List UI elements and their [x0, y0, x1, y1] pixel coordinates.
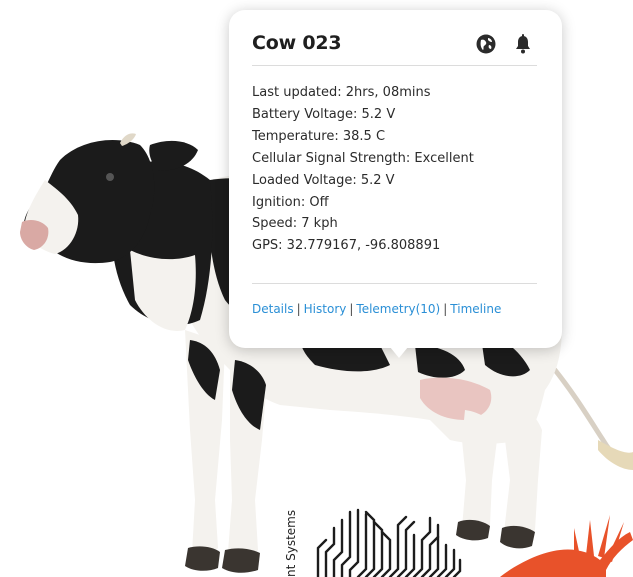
header-divider: [252, 65, 537, 66]
globe-icon[interactable]: [475, 33, 497, 55]
cow-hoof: [222, 548, 260, 573]
detail-speed: Speed: 7 kph: [252, 216, 338, 232]
cow-ear: [149, 140, 198, 171]
details-link[interactable]: Details: [252, 302, 294, 316]
cow-hind-leg: [504, 400, 542, 538]
detail-gps: GPS: 32.779167, -96.808891: [252, 238, 441, 254]
popup-title: Cow 023: [252, 32, 342, 54]
detail-cellular-signal: Cellular Signal Strength: Excellent: [252, 150, 474, 166]
popup-pointer: [390, 347, 408, 358]
detail-temperature: Temperature: 38.5 C: [252, 128, 386, 144]
detail-ignition: Ignition: Off: [252, 194, 329, 210]
cow-hind-leg: [462, 410, 498, 533]
cow-tail-tuft: [598, 440, 633, 470]
branding-vertical-text: nt Systems: [284, 509, 298, 577]
detail-loaded-voltage: Loaded Voltage: 5.2 V: [252, 172, 395, 188]
cow-hoof: [500, 525, 535, 549]
bell-icon[interactable]: [512, 33, 534, 55]
link-separator: |: [443, 302, 448, 316]
cow-hoof: [185, 546, 220, 571]
detail-last-updated: Last updated: 2hrs, 08mins: [252, 85, 431, 100]
circuit-logo: [316, 508, 462, 577]
detail-battery-voltage: Battery Voltage: 5.2 V: [252, 106, 396, 122]
link-separator: |: [296, 302, 301, 316]
popup-links: Details | History | Telemetry(10) | Timeline: [252, 302, 501, 316]
history-link[interactable]: History: [304, 302, 347, 316]
cow-neck-white: [130, 250, 196, 331]
device-details-list: Last updated: 2hrs, 08mins Battery Volta…: [252, 82, 474, 257]
cow-tail: [552, 367, 633, 465]
cow-eye: [106, 173, 114, 181]
link-separator: |: [349, 302, 354, 316]
device-info-popup: Cow 023 Last updated: 2hrs, 08mins Batte…: [229, 10, 562, 348]
timeline-link[interactable]: Timeline: [450, 302, 501, 316]
footer-divider: [252, 283, 537, 284]
telemetry-link[interactable]: Telemetry(10): [356, 302, 440, 316]
